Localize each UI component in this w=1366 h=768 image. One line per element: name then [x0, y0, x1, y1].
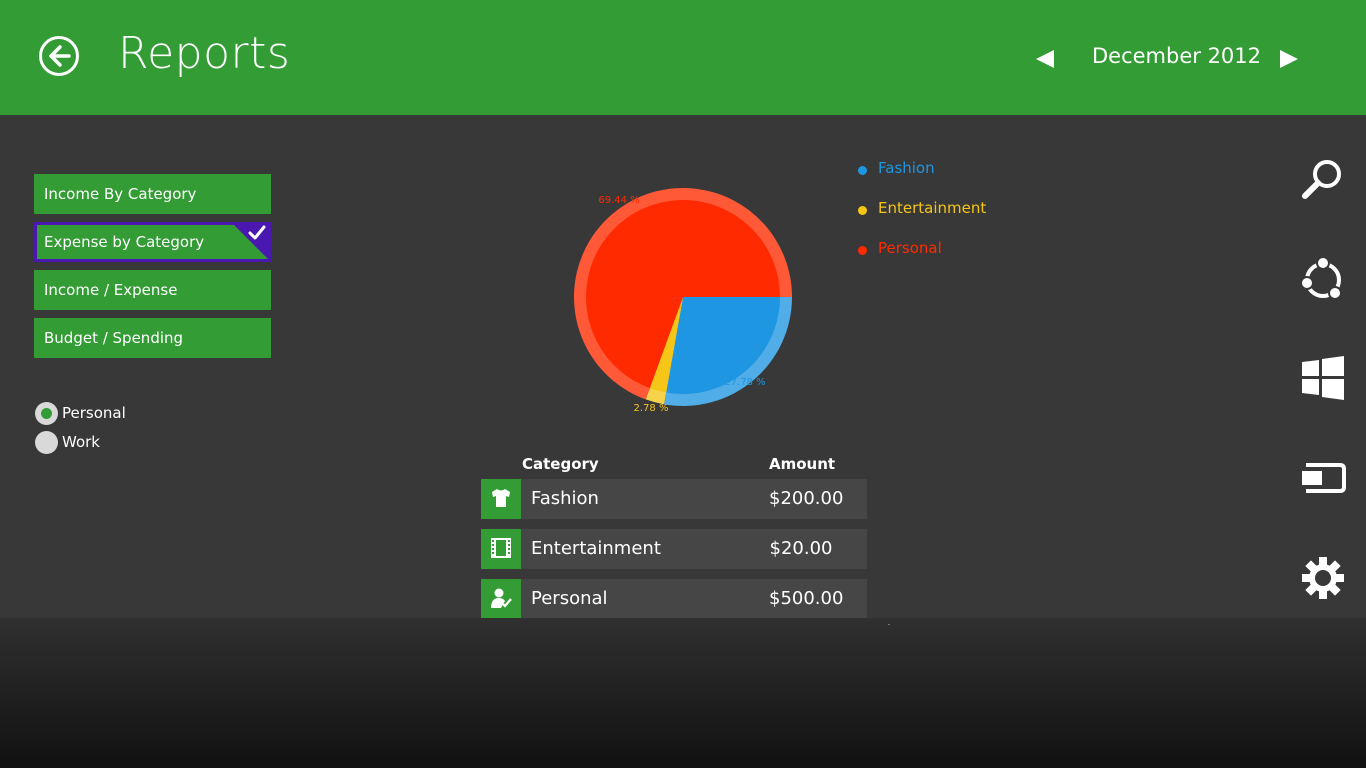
- row-amount: $500.00: [769, 588, 844, 609]
- radio-circle: [35, 431, 58, 454]
- table-row[interactable]: Personal $500.00: [481, 579, 867, 619]
- pie-chart-svg: 27.78 % 2.78 % 69.44 %: [574, 187, 792, 414]
- row-amount: $200.00: [769, 488, 844, 509]
- bottom-app-area: [0, 618, 1366, 768]
- legend-label: Entertainment: [878, 199, 987, 217]
- pie-label-personal: 69.44 %: [598, 195, 639, 206]
- month-label: December 2012: [1092, 44, 1262, 68]
- radio-selected-dot: [41, 408, 52, 419]
- radio-circle: [35, 402, 58, 425]
- table-row[interactable]: Fashion $200.00: [481, 479, 867, 519]
- report-income-by-category-button[interactable]: Income By Category: [34, 174, 271, 214]
- person-check-icon: [481, 579, 521, 619]
- page-title: Reports: [118, 28, 291, 79]
- report-button-label: Income By Category: [44, 185, 197, 203]
- legend-dot: [858, 246, 867, 255]
- expense-pie-chart: 27.78 % 2.78 % 69.44 %: [560, 180, 810, 420]
- row-category: Fashion: [531, 488, 599, 509]
- table-header-amount: Amount: [769, 455, 836, 473]
- radio-label: Work: [62, 433, 100, 451]
- legend-label: Fashion: [878, 159, 935, 177]
- shirt-icon: [481, 479, 521, 519]
- report-expense-by-category-button[interactable]: Expense by Category: [34, 222, 271, 262]
- report-button-label: Income / Expense: [44, 281, 178, 299]
- report-income-expense-button[interactable]: Income / Expense: [34, 270, 271, 310]
- radio-label: Personal: [62, 404, 126, 422]
- devices-icon[interactable]: [1298, 452, 1348, 502]
- legend-dot: [858, 206, 867, 215]
- row-amount: $20.00: [769, 538, 833, 559]
- triangle-left-icon[interactable]: [1034, 48, 1056, 70]
- legend-label: Personal: [878, 239, 942, 257]
- row-category: Entertainment: [531, 538, 661, 559]
- windows-start-icon[interactable]: [1298, 353, 1348, 403]
- pie-label-entertainment: 2.78 %: [634, 403, 669, 414]
- legend-dot: [858, 166, 867, 175]
- film-icon: [481, 529, 521, 569]
- header-bar: Reports December 2012: [0, 0, 1366, 115]
- settings-gear-icon[interactable]: [1298, 553, 1348, 603]
- report-button-label: Budget / Spending: [44, 329, 184, 347]
- checkmark-icon: [248, 225, 266, 240]
- divider-mark: [888, 624, 890, 625]
- back-arrow-icon[interactable]: [38, 35, 80, 77]
- share-icon[interactable]: [1298, 255, 1348, 305]
- pie-label-fashion: 27.78 %: [724, 377, 765, 388]
- report-button-label: Expense by Category: [44, 233, 205, 251]
- table-row[interactable]: Entertainment $20.00: [481, 529, 867, 569]
- triangle-right-icon[interactable]: [1278, 48, 1300, 70]
- report-budget-spending-button[interactable]: Budget / Spending: [34, 318, 271, 358]
- table-header-category: Category: [522, 455, 599, 473]
- search-icon[interactable]: [1298, 155, 1348, 205]
- row-category: Personal: [531, 588, 608, 609]
